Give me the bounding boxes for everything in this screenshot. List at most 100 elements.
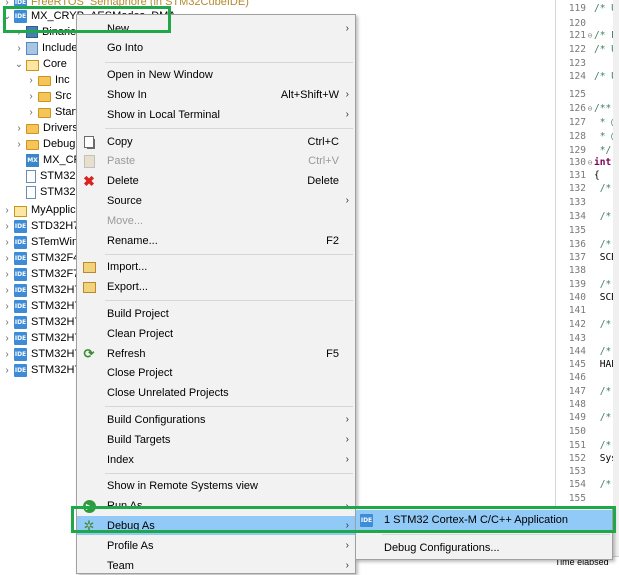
menu-item-label: Profile As [107,539,154,552]
submenu-arrow-icon: › [345,89,349,101]
menu-item-label: Refresh [107,347,146,360]
expand-arrow-right-icon[interactable]: › [14,120,24,136]
menu-separator [105,61,353,63]
code-line: 137 SCB_Enable [556,252,614,266]
menu-item-copy[interactable]: Copy Ctrl+C [77,132,355,151]
expand-arrow-right-icon[interactable]: › [2,298,12,314]
expand-arrow-right-icon[interactable]: › [14,40,24,56]
expand-arrow-right-icon[interactable]: › [26,104,36,120]
code-text: /* USER CODE END 0 */ [594,3,614,14]
menu-item-delete[interactable]: ✖ Delete Delete [77,172,355,191]
code-line: 139 /* Enable [556,279,614,293]
tree-item-core[interactable]: ⌄ Core [14,56,67,72]
submenu-arrow-icon: › [345,434,349,446]
menu-separator [105,253,353,255]
menu-item-label: Run As [107,500,143,513]
debug-bug-icon: ✲ [83,518,95,534]
menu-item-label: Debug As [107,519,155,532]
menu-shortcut: Delete [307,175,339,188]
menu-item-refresh[interactable]: ⟳ Refresh F5 [77,344,355,363]
ide-icon: IDE [14,347,27,361]
menu-item-label: New [107,22,130,35]
menu-item-clean-project[interactable]: Clean Project [77,324,355,343]
menu-item-import[interactable]: Import... [77,258,355,277]
code-editor[interactable]: 119/* USER CODE END 0 */120121⊖/* Privat… [555,0,619,565]
code-line: 151 /* Config [556,440,614,454]
expand-arrow-right-icon[interactable]: › [2,202,12,218]
ide-icon: IDE [14,363,27,377]
menu-item-label: Delete [107,175,139,188]
tree-item-src[interactable]: › Src [26,88,72,104]
line-number: 136 [568,239,586,250]
menu-item-label: Export... [107,281,148,294]
submenu-item-1-stm32-cortex-m-c-c-application[interactable]: IDE 1 STM32 Cortex-M C/C++ Application [356,510,612,530]
code-text: * @retval [599,131,614,142]
fold-toggle-icon[interactable]: ⊖ [586,31,594,40]
menu-item-index[interactable]: Index › [77,450,355,469]
menu-item-export[interactable]: Export... [77,278,355,297]
menu-item-go-into[interactable]: Go Into [77,39,355,58]
expand-arrow-right-icon[interactable]: › [2,362,12,378]
menu-item-profile-as[interactable]: Profile As › [77,536,355,555]
expand-arrow-right-icon[interactable]: › [2,266,12,282]
code-line: 150 [556,426,614,440]
menu-item-run-as[interactable]: ▶ Run As › [77,497,355,516]
fold-toggle-icon[interactable]: ⊖ [586,158,594,167]
code-line: 126 ⊖/** [556,103,614,117]
menu-item-close-unrelated-projects[interactable]: Close Unrelated Projects [77,384,355,403]
expand-arrow-right-icon[interactable]: › [2,346,12,362]
line-number: 128 [568,131,586,142]
line-number: 126 [568,103,586,114]
submenu-item-debug-configurations[interactable]: Debug Configurations... [356,538,612,558]
submenu-arrow-icon: › [345,414,349,426]
expand-arrow-right-icon[interactable]: › [2,314,12,330]
expand-arrow-right-icon[interactable]: › [2,330,12,346]
menu-item-build-targets[interactable]: Build Targets › [77,430,355,449]
menu-item-build-project[interactable]: Build Project [77,304,355,323]
expand-arrow-right-icon[interactable]: › [26,72,36,88]
menu-item-label: Rename... [107,234,158,247]
editor-scrollbar[interactable] [613,0,619,565]
menu-item-show-in-local-terminal[interactable]: Show in Local Terminal › [77,105,355,124]
menu-item-source[interactable]: Source › [77,191,355,210]
bin-icon [26,26,38,38]
folder-icon [38,92,51,102]
menu-item-open-in-new-window[interactable]: Open in New Window [77,66,355,85]
expand-arrow-right-icon[interactable]: › [14,136,24,152]
code-line: 136 /* MCU [556,239,614,253]
menu-item-debug-as[interactable]: ✲ Debug As › [77,516,355,536]
menu-separator [105,406,353,408]
menu-item-rename[interactable]: Rename... F2 [77,231,355,250]
expand-arrow-right-icon[interactable]: › [2,234,12,250]
line-number: 146 [568,372,586,383]
menu-item-build-configurations[interactable]: Build Configurations › [77,410,355,429]
menu-item-new[interactable]: New › [77,19,355,38]
menu-item-label: Open in New Window [107,69,213,82]
expand-arrow-right-icon[interactable]: › [2,218,12,234]
menu-item-show-in[interactable]: Show In Alt+Shift+W › [77,85,355,104]
expand-arrow-right-icon[interactable]: › [2,250,12,266]
expand-arrow-right-icon[interactable]: › [26,88,36,104]
tree-item-binaries[interactable]: › Binaries [14,24,82,40]
line-number: 155 [568,493,586,504]
menu-item-move: Move... [77,211,355,230]
menu-item-team[interactable]: Team › [77,556,355,575]
import-icon [82,260,96,274]
fold-toggle-icon[interactable]: ⊖ [586,104,594,113]
tree-item-drivers[interactable]: › Drivers [14,120,78,136]
tree-item-inc[interactable]: › Inc [26,72,70,88]
expand-arrow-down-icon[interactable]: ⌄ [14,56,24,72]
menu-item-close-project[interactable]: Close Project [77,364,355,383]
tree-item-debug[interactable]: › Debug [14,136,75,152]
ide-icon: IDE [14,219,27,233]
code-text: SCB_Enable [599,292,614,303]
menu-item-show-in-remote-systems-view[interactable]: Show in Remote Systems view [77,477,355,496]
expand-arrow-right-icon[interactable]: › [14,24,24,40]
code-line: 131 { [556,170,614,184]
submenu-arrow-icon: › [345,195,349,207]
code-text: /* Enable [599,279,614,290]
tree-item-label: Core [43,58,67,70]
expand-arrow-down-icon[interactable]: ⌄ [2,8,12,24]
expand-arrow-right-icon[interactable]: › [2,282,12,298]
tree-item-includes[interactable]: › Includes [14,40,83,56]
